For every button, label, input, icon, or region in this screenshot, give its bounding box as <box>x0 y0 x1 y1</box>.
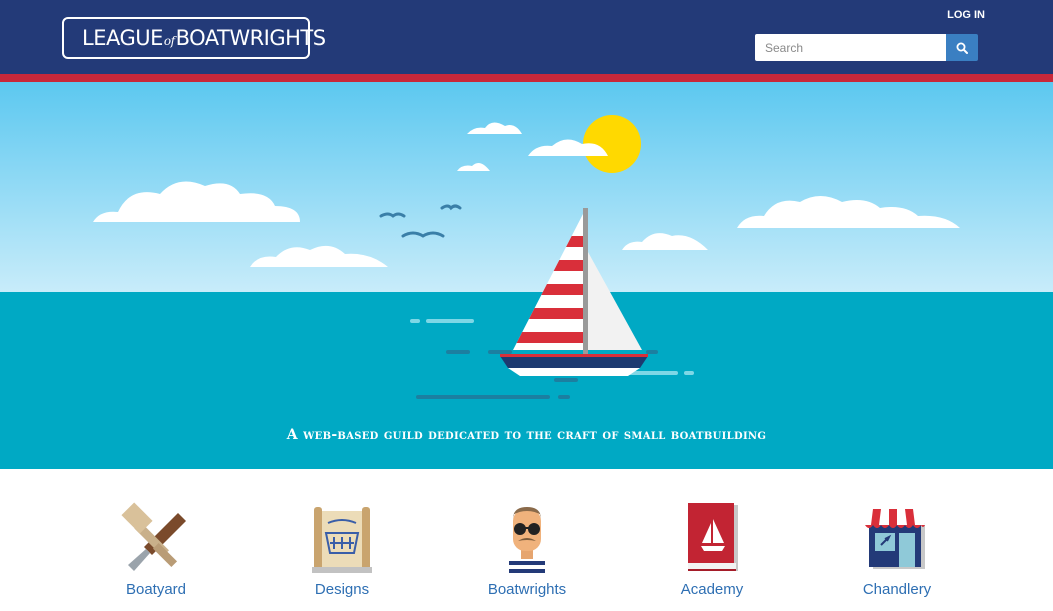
feature-label: Designs <box>314 581 370 598</box>
feature-boatwrights[interactable]: Boatwrights <box>457 501 597 598</box>
shop-icon <box>865 509 925 569</box>
sailboat-illustration <box>0 82 1053 469</box>
mallet-chisel-icon <box>121 502 186 571</box>
feature-chandlery[interactable]: Chandlery <box>827 501 967 598</box>
book-icon <box>688 503 738 571</box>
header-stripe <box>0 74 1053 82</box>
feature-academy[interactable]: Academy <box>642 501 782 598</box>
feature-label: Chandlery <box>862 581 932 598</box>
blueprint-scroll-icon <box>312 507 372 573</box>
feature-links: Boatyard Designs Boatwrights Academy Cha… <box>0 469 1053 611</box>
search-icon <box>956 42 968 54</box>
feature-boatyard[interactable]: Boatyard <box>86 501 226 598</box>
login-link[interactable]: LOG IN <box>947 9 985 21</box>
hero-banner: A web-based guild dedicated to the craft… <box>0 82 1053 469</box>
logo-text: LEAGUEofBOATWRIGHTS <box>82 26 326 50</box>
search-input[interactable] <box>755 34 946 61</box>
site-logo[interactable]: LEAGUEofBOATWRIGHTS <box>62 17 326 59</box>
hero-tagline: A web-based guild dedicated to the craft… <box>286 427 767 443</box>
feature-designs[interactable]: Designs <box>272 501 412 598</box>
feature-label: Academy <box>680 581 744 598</box>
feature-label: Boatwrights <box>487 581 567 598</box>
feature-label: Boatyard <box>125 581 187 598</box>
boatwright-avatar-icon <box>509 507 545 577</box>
search-button[interactable] <box>946 34 978 61</box>
search-form <box>755 34 978 61</box>
site-header: LEAGUEofBOATWRIGHTS LOG IN <box>0 0 1053 74</box>
